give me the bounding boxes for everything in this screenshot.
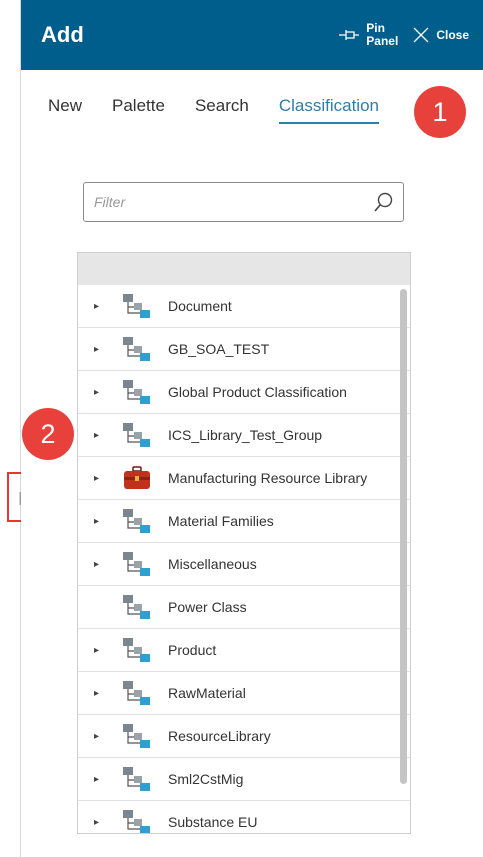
filter-input[interactable] [94,194,373,210]
tree-scrollbar[interactable] [400,289,407,784]
classification-hierarchy-icon [122,293,152,319]
classification-hierarchy-icon [122,637,152,663]
tree-row[interactable]: ▸ GB_SOA_TEST [78,328,410,371]
tree-row[interactable]: ▸ Manufacturing Resource Library [78,457,410,500]
tree-rows: ▸ Document ▸ GB_SOA_TEST ▸ Global Product Cla… [78,285,410,833]
tree-row-label: Sml2CstMig [168,771,244,787]
classification-hierarchy-icon [122,766,152,792]
classification-hierarchy-icon [122,723,152,749]
tree-row[interactable]: ▸ Substance EU [78,801,410,833]
tree-row-label: Power Class [168,599,247,615]
close-button[interactable]: Close [412,26,469,44]
classification-hierarchy-icon [122,336,152,362]
tree-row-label: Global Product Classification [168,384,347,400]
panel-title: Add [41,22,84,47]
tree-row[interactable]: ▸ Product [78,629,410,672]
filter-box [83,182,404,222]
expand-arrow-icon[interactable]: ▸ [94,645,110,656]
tree-row[interactable]: ▸ Material Families [78,500,410,543]
classification-hierarchy-icon [122,680,152,706]
expand-arrow-icon[interactable]: ▸ [94,301,110,312]
tree-row[interactable]: ▸ ResourceLibrary [78,715,410,758]
tab-search[interactable]: Search [195,96,249,124]
tree-row[interactable]: ▸ Document [78,285,410,328]
expand-arrow-icon[interactable]: ▸ [94,559,110,570]
close-icon [413,27,429,43]
classification-hierarchy-icon [122,422,152,448]
classification-hierarchy-icon [122,508,152,534]
expand-arrow-icon[interactable]: ▸ [94,387,110,398]
add-panel: Add Pin Panel Close New Palette Search C… [21,0,483,857]
tree-row-label: GB_SOA_TEST [168,341,270,357]
panel-header: Add Pin Panel Close [21,0,483,70]
classification-hierarchy-icon [122,551,152,577]
pin-panel-button[interactable]: Pin Panel [338,22,398,48]
expand-arrow-icon[interactable]: ▸ [94,430,110,441]
tab-bar: New Palette Search Classification [48,96,409,124]
left-gutter [0,0,21,857]
page: || Add Pin Panel Close New [0,0,483,857]
tree-row-label: ResourceLibrary [168,728,271,744]
expand-arrow-icon[interactable]: ▸ [94,774,110,785]
expand-arrow-icon[interactable]: ▸ [94,688,110,699]
tree-row-label: RawMaterial [168,685,246,701]
search-icon[interactable] [373,191,393,213]
tree-row[interactable]: ▸ ICS_Library_Test_Group [78,414,410,457]
annotation-badge-1: 1 [414,86,466,138]
tree-row[interactable]: ▸ Global Product Classification [78,371,410,414]
tab-classification[interactable]: Classification [278,96,379,124]
tree-row-label: Substance EU [168,814,258,830]
expand-arrow-icon[interactable]: ▸ [94,516,110,527]
expand-arrow-icon[interactable]: ▸ [94,817,110,828]
tree-row-label: Manufacturing Resource Library [168,470,368,486]
tree-header [78,253,410,285]
classification-tree: ▸ Document ▸ GB_SOA_TEST ▸ Global Product Cla… [77,252,411,834]
classification-hierarchy-icon [122,594,152,620]
toolbox-icon [122,465,152,491]
pin-label-line2: Panel [366,34,399,48]
expand-arrow-icon[interactable]: ▸ [94,344,110,355]
tree-row-label: Document [168,298,232,314]
annotation-badge-2: 2 [22,408,74,460]
tree-row[interactable]: Power Class [78,586,410,629]
tree-row[interactable]: ▸ Sml2CstMig [78,758,410,801]
tree-row[interactable]: ▸ Miscellaneous [78,543,410,586]
classification-hierarchy-icon [122,379,152,405]
close-label: Close [436,28,469,42]
tree-row-label: Miscellaneous [168,556,257,572]
pin-icon [339,30,360,40]
tab-palette[interactable]: Palette [112,96,165,124]
classification-hierarchy-icon [122,809,152,833]
tree-row-label: ICS_Library_Test_Group [168,427,323,443]
tab-new[interactable]: New [48,96,82,124]
tree-row-label: Material Families [168,513,274,529]
tree-row-label: Product [168,642,217,658]
expand-arrow-icon[interactable]: ▸ [94,731,110,742]
expand-arrow-icon[interactable]: ▸ [94,473,110,484]
tree-row[interactable]: ▸ RawMaterial [78,672,410,715]
